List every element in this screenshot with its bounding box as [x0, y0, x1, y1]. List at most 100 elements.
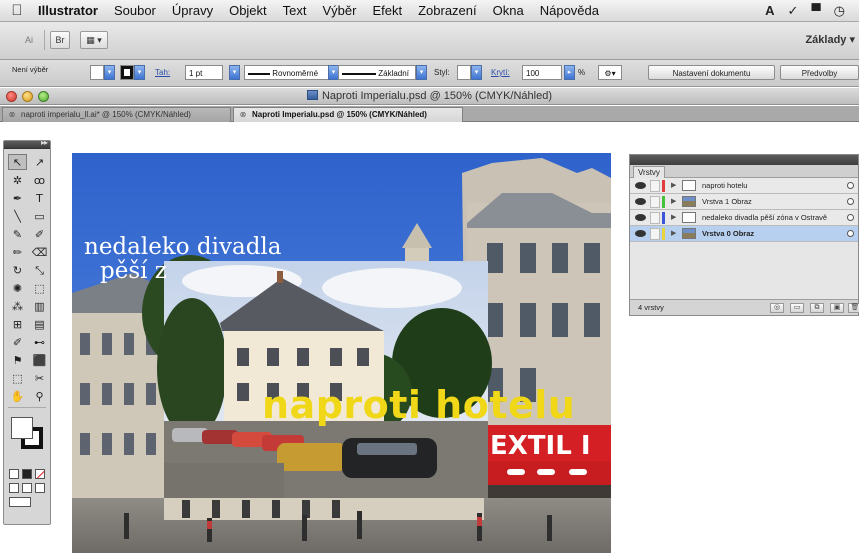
fill-color-box[interactable]: [11, 417, 33, 439]
menu-napoveda[interactable]: Nápověda: [532, 3, 607, 18]
warp-tool[interactable]: ✺: [8, 280, 27, 296]
tab-naproti-imperialu-ai[interactable]: ⊗ naproti imperialu_ll.ai* @ 150% (CMYK/N…: [2, 107, 231, 122]
brush-definition[interactable]: Základní: [338, 65, 416, 80]
time-machine-icon[interactable]: ◷: [834, 0, 845, 22]
opacity-field[interactable]: 100: [522, 65, 562, 80]
target-circle-icon[interactable]: [847, 214, 854, 221]
artwork-photo-collage[interactable]: EXTIL I nedaleko divadla pěší z naproti …: [72, 153, 611, 553]
visibility-eye-icon[interactable]: [635, 230, 646, 237]
screen-mode-button[interactable]: [9, 497, 31, 507]
menu-soubor[interactable]: Soubor: [106, 3, 164, 18]
selection-tool[interactable]: ↖: [8, 154, 27, 170]
eyedropper-tool[interactable]: ✐: [8, 334, 27, 350]
lock-toggle[interactable]: [650, 212, 660, 224]
graphic-style-swatch[interactable]: [457, 65, 471, 80]
color-mode-button[interactable]: [9, 469, 19, 479]
line-tool[interactable]: ╲: [8, 208, 27, 224]
adobe-drive-icon[interactable]: A: [765, 0, 774, 22]
draw-inside-button[interactable]: [35, 483, 45, 493]
make-clipping-mask-button[interactable]: ▭: [790, 303, 804, 313]
rectangle-tool[interactable]: ▭: [30, 208, 49, 224]
expand-triangle-icon[interactable]: ▶: [671, 226, 676, 242]
hand-tool[interactable]: ✋: [8, 388, 27, 404]
stroke-weight-field[interactable]: 1 pt: [185, 65, 223, 80]
rotate-tool[interactable]: ↻: [8, 262, 27, 278]
artboard-tool[interactable]: ⬚: [8, 370, 27, 386]
tab-vrstvy[interactable]: Vrstvy: [633, 166, 665, 178]
eraser-tool[interactable]: ⌫: [30, 244, 49, 260]
stroke-panel-link[interactable]: Tah:: [155, 65, 170, 80]
opacity-link[interactable]: Krytí:: [491, 65, 510, 80]
tools-panel-header[interactable]: ▸▸: [4, 138, 50, 149]
menu-objekt[interactable]: Objekt: [221, 3, 275, 18]
layer-row[interactable]: ▶ naproti hotelu: [630, 178, 858, 194]
gradient-tool[interactable]: ▤: [30, 316, 49, 332]
minimize-window-button[interactable]: [22, 91, 33, 102]
lock-toggle[interactable]: [650, 180, 660, 192]
display-icon[interactable]: ▀: [811, 0, 820, 22]
close-tab-icon[interactable]: ⊗: [238, 108, 248, 122]
paintbrush-tool[interactable]: ✎: [8, 226, 27, 242]
direct-selection-tool[interactable]: ↗: [30, 154, 49, 170]
fill-dropdown[interactable]: ▾: [104, 65, 115, 80]
target-circle-icon[interactable]: [847, 230, 854, 237]
scale-tool[interactable]: ⤡: [30, 262, 49, 278]
new-layer-button[interactable]: ▣: [830, 303, 844, 313]
lock-toggle[interactable]: [650, 228, 660, 240]
fill-swatch[interactable]: [90, 65, 104, 80]
magic-wand-tool[interactable]: ✲: [8, 172, 27, 188]
layer-list-empty-area[interactable]: [630, 242, 858, 295]
layer-row[interactable]: ▶ Vrstva 0 Obraz: [630, 226, 858, 242]
pen-tool[interactable]: ✒: [8, 190, 27, 206]
artwork-text-nedaleko[interactable]: nedaleko divadla: [84, 236, 282, 259]
draw-behind-button[interactable]: [22, 483, 32, 493]
stroke-swatch[interactable]: [120, 65, 134, 80]
ai-logo-button[interactable]: Ai: [18, 31, 40, 49]
apple-menu-icon[interactable]: : [0, 2, 34, 19]
artwork-text-naproti-hotelu[interactable]: naproti hotelu: [262, 385, 575, 425]
preferences-button[interactable]: Předvolby: [780, 65, 859, 80]
graphic-style-dropdown[interactable]: ▾: [471, 65, 482, 80]
layers-panel-header[interactable]: [630, 155, 858, 165]
new-sublayer-button[interactable]: ⧉: [810, 303, 824, 313]
menu-app-name[interactable]: Illustrator: [34, 3, 106, 18]
visibility-eye-icon[interactable]: [635, 198, 646, 205]
blend-tool[interactable]: ⊷: [30, 334, 49, 350]
variable-width-profile[interactable]: Rovnoměrné: [244, 65, 329, 80]
stroke-dropdown[interactable]: ▾: [134, 65, 145, 80]
free-transform-tool[interactable]: ⬚: [30, 280, 49, 296]
bridge-button[interactable]: Br: [50, 31, 70, 49]
graph-tool[interactable]: ▥: [30, 298, 49, 314]
blob-brush-tool[interactable]: ✏: [8, 244, 27, 260]
menu-efekt[interactable]: Efekt: [364, 3, 410, 18]
target-circle-icon[interactable]: [847, 198, 854, 205]
close-window-button[interactable]: [6, 91, 17, 102]
mesh-tool[interactable]: ⊞: [8, 316, 27, 332]
menu-upravy[interactable]: Úpravy: [164, 3, 221, 18]
lasso-tool[interactable]: ꝏ: [30, 172, 49, 188]
stroke-weight-dropdown[interactable]: ▾: [229, 65, 240, 80]
live-paint-tool[interactable]: ⚑: [8, 352, 27, 368]
brush-dropdown[interactable]: ▾: [416, 65, 427, 80]
expand-triangle-icon[interactable]: ▶: [671, 210, 676, 226]
draw-normal-button[interactable]: [9, 483, 19, 493]
delete-layer-button[interactable]: 🗑: [848, 303, 859, 313]
workspace-switcher[interactable]: Základy ▾: [805, 31, 855, 49]
expand-triangle-icon[interactable]: ▶: [671, 178, 676, 194]
visibility-eye-icon[interactable]: [635, 182, 646, 189]
gradient-mode-button[interactable]: [22, 469, 32, 479]
menu-vyber[interactable]: Výběr: [315, 3, 365, 18]
expand-triangle-icon[interactable]: ▶: [671, 194, 676, 210]
opacity-dropdown[interactable]: ▸: [564, 65, 575, 80]
none-mode-button[interactable]: [35, 469, 45, 479]
locate-object-button[interactable]: ◎: [770, 303, 784, 313]
type-tool[interactable]: T: [30, 190, 49, 206]
close-tab-icon[interactable]: ⊗: [7, 108, 17, 122]
live-paint-selection-tool[interactable]: ⬛: [30, 352, 49, 368]
menu-okna[interactable]: Okna: [485, 3, 532, 18]
menu-text[interactable]: Text: [275, 3, 315, 18]
document-setup-button[interactable]: Nastavení dokumentu: [648, 65, 775, 80]
collapse-icon[interactable]: ▸▸: [41, 138, 48, 147]
zoom-window-button[interactable]: [38, 91, 49, 102]
arrange-documents-button[interactable]: ▦ ▾: [80, 31, 108, 49]
